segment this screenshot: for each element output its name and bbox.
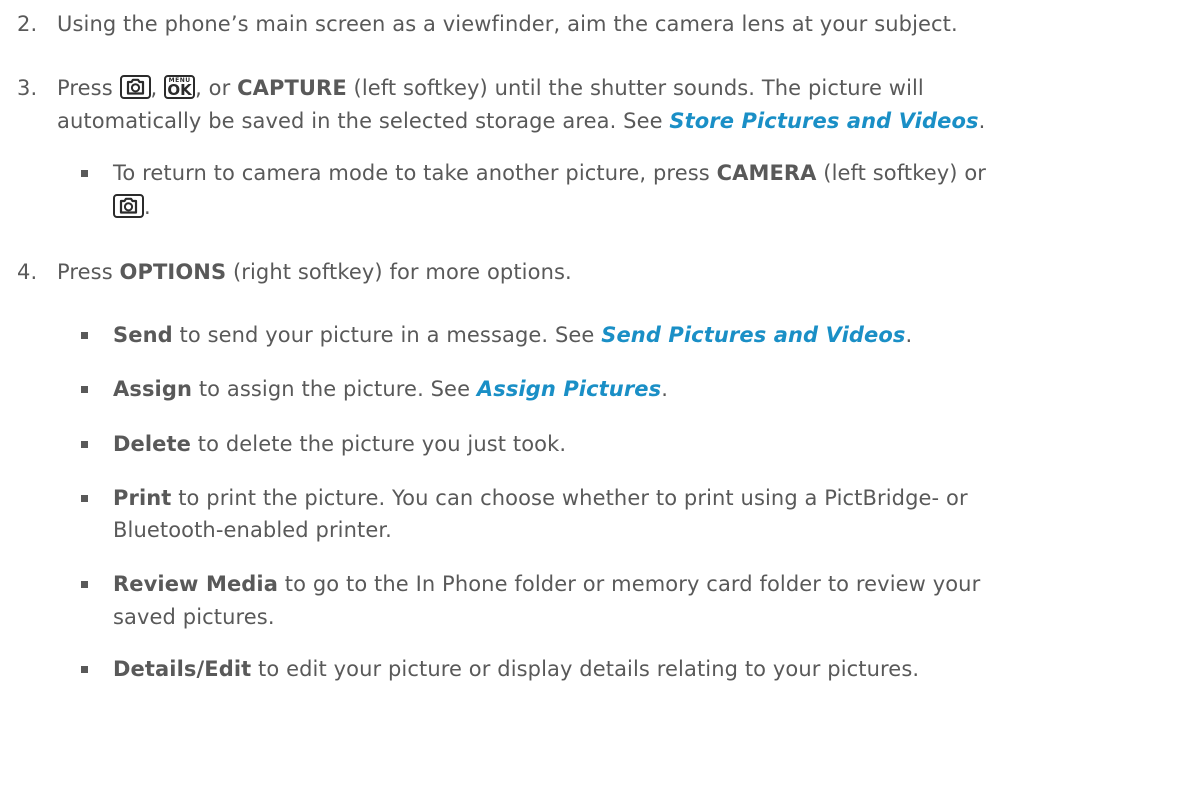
- bullet-marker: [81, 666, 88, 673]
- step-text: Press: [57, 76, 120, 100]
- step-4-text: Press OPTIONS (right softkey) for more o…: [57, 258, 572, 286]
- step-number: 4.: [17, 260, 38, 284]
- step-3-line-2: automatically be saved in the selected s…: [57, 107, 985, 135]
- option-review-media-line-2: saved pictures.: [113, 605, 275, 629]
- store-pictures-link[interactable]: Store Pictures and Videos: [669, 109, 978, 133]
- step-number: 3.: [17, 76, 38, 100]
- camera-key-icon: [113, 194, 144, 218]
- step-3-sub-line-1: To return to camera mode to take another…: [113, 159, 986, 187]
- manual-page: 2. Using the phone’s main screen as a vi…: [0, 0, 1204, 792]
- option-term: Print: [113, 486, 172, 510]
- option-term: Assign: [113, 377, 193, 401]
- option-text: to assign the picture. See: [192, 377, 477, 401]
- option-text: to go to the In Phone folder or memory c…: [278, 572, 981, 596]
- assign-pictures-link[interactable]: Assign Pictures: [477, 377, 661, 401]
- step-2-text: Using the phone’s main screen as a viewf…: [57, 12, 958, 36]
- step-text: (left softkey) until the shutter sounds.…: [346, 76, 924, 100]
- step-text: Press: [57, 260, 120, 284]
- sub-text: To return to camera mode to take another…: [113, 161, 717, 185]
- camera-key-icon: [119, 75, 151, 99]
- menu-ok-key-icon: MENU OK: [164, 75, 196, 99]
- step-text: ,: [150, 76, 165, 100]
- send-pictures-link[interactable]: Send Pictures and Videos: [601, 323, 905, 347]
- option-term: Delete: [113, 432, 191, 456]
- capture-softkey-label: CAPTURE: [237, 76, 347, 100]
- step-2: 2.: [17, 10, 37, 38]
- step-3-sub-line-2: .: [113, 193, 151, 221]
- step-text: automatically be saved in the selected s…: [57, 109, 670, 133]
- step-3: 3.: [17, 74, 37, 102]
- bullet-marker: [81, 495, 88, 502]
- option-review-media: Review Media to go to the In Phone folde…: [113, 570, 980, 598]
- step-text: .: [978, 109, 986, 133]
- bullet-marker: [81, 170, 88, 177]
- camera-softkey-label: CAMERA: [716, 161, 817, 185]
- bullet-marker: [81, 386, 88, 393]
- step-number: 2.: [17, 12, 38, 36]
- option-details-edit: Details/Edit to edit your picture or dis…: [113, 655, 919, 683]
- step-3-line-1: Press , MENU OK, or CAPTURE (left softkey…: [57, 74, 924, 102]
- sub-text: (left softkey) or: [816, 161, 987, 185]
- option-print: Print to print the picture. You can choo…: [113, 484, 968, 512]
- bullet-marker: [81, 441, 88, 448]
- step-text: (right softkey) for more options.: [226, 260, 572, 284]
- step-text: , or: [195, 76, 238, 100]
- option-assign: Assign to assign the picture. See Assign…: [113, 375, 668, 403]
- options-softkey-label: OPTIONS: [119, 260, 227, 284]
- option-text: to send your picture in a message. See: [172, 323, 602, 347]
- bullet-marker: [81, 581, 88, 588]
- option-send: Send to send your picture in a message. …: [113, 321, 912, 349]
- sub-text: .: [144, 195, 151, 219]
- bullet-marker: [81, 332, 88, 339]
- step-4: 4.: [17, 258, 37, 286]
- option-text: to delete the picture you just took.: [191, 432, 567, 456]
- option-text: .: [661, 377, 669, 401]
- option-text: to edit your picture or display details …: [251, 657, 920, 681]
- option-term: Review Media: [113, 572, 278, 596]
- option-term: Details/Edit: [113, 657, 252, 681]
- option-print-line-2: Bluetooth-enabled printer.: [113, 518, 392, 542]
- ok-label: OK: [167, 81, 192, 99]
- option-text: to print the picture. You can choose whe…: [171, 486, 968, 510]
- option-text: .: [905, 323, 913, 347]
- option-term: Send: [113, 323, 173, 347]
- option-delete: Delete to delete the picture you just to…: [113, 430, 566, 458]
